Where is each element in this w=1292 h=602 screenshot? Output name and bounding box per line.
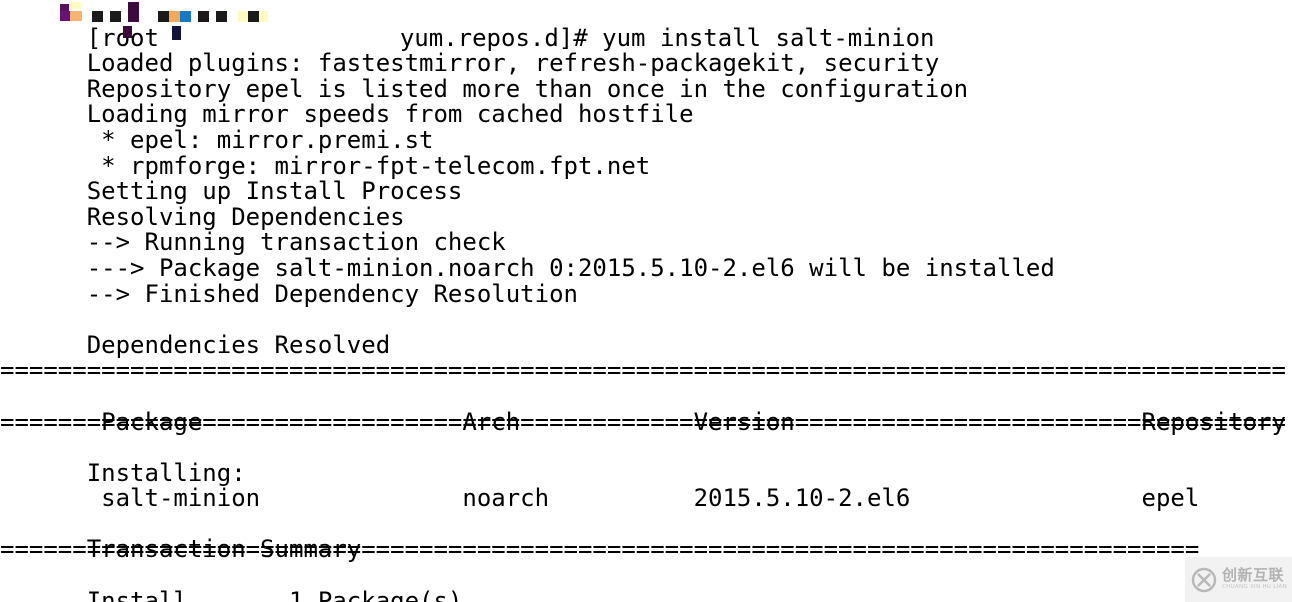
install-summary-text: Install 1 Package(s) bbox=[86, 586, 463, 602]
block-orange-1 bbox=[70, 11, 82, 21]
table-header-row: Package Arch Version Repository Size bbox=[0, 384, 1292, 435]
output-line-loading-mirror: Loading mirror speeds from cached hostfi… bbox=[0, 77, 1292, 128]
install-summary-row: Install 1 Package(s) bbox=[0, 563, 1292, 602]
block-blue-1 bbox=[180, 11, 191, 22]
block-black-6 bbox=[248, 11, 259, 22]
watermark-text: 创新互联 CHUANG XIN HU LIAN bbox=[1222, 568, 1287, 591]
terminal-window: [root yum.repos.d]# yum install salt-min… bbox=[0, 0, 1292, 602]
block-black-1 bbox=[92, 11, 103, 22]
output-line-dependencies-resolved: Dependencies Resolved bbox=[0, 307, 1292, 358]
output-line-finished-dependency: --> Finished Dependency Resolution bbox=[0, 256, 1292, 307]
output-line-setting-up: Setting up Install Process bbox=[0, 154, 1292, 204]
circled-x-icon bbox=[1191, 567, 1217, 593]
table-separator-middle: ========================================… bbox=[0, 409, 1286, 436]
output-line-repo-warning: Repository epel is listed more than once… bbox=[0, 51, 1292, 102]
output-line-mirror-epel: * epel: mirror.premi.st bbox=[0, 102, 1292, 153]
output-line-loaded-plugins: Loaded plugins: fastestmirror, refresh-p… bbox=[0, 26, 1292, 76]
artifact-navy-1 bbox=[172, 26, 181, 40]
output-line-transaction-check: --> Running transaction check bbox=[0, 205, 1292, 256]
output-line-package-install: ---> Package salt-minion.noarch 0:2015.5… bbox=[0, 230, 1292, 281]
table-section-label: Installing: bbox=[0, 435, 1292, 486]
terminal-output: [root yum.repos.d]# yum install salt-min… bbox=[0, 0, 1292, 602]
output-line-resolving: Resolving Dependencies bbox=[0, 179, 1292, 230]
block-cream-1 bbox=[69, 2, 81, 9]
block-orange-2 bbox=[169, 11, 180, 22]
block-black-4 bbox=[198, 11, 209, 22]
output-line-mirror-rpmforge: * rpmforge: mirror-fpt-telecom.fpt.net bbox=[0, 128, 1292, 179]
table-separator-top: ========================================… bbox=[0, 358, 1286, 384]
table-separator-bottom: ========================================… bbox=[0, 537, 1200, 564]
output-line-blank bbox=[0, 282, 1292, 308]
block-black-5 bbox=[216, 11, 227, 22]
transaction-summary-title: Transaction Summary bbox=[0, 512, 1292, 563]
output-line-blank bbox=[0, 486, 1292, 512]
block-cream-3 bbox=[259, 11, 268, 22]
block-purple-1 bbox=[60, 4, 69, 13]
block-purple-2 bbox=[60, 11, 70, 21]
watermark-chinese: 创新互联 bbox=[1222, 566, 1285, 585]
prompt-redaction-overlay bbox=[0, 0, 1292, 26]
watermark-pinyin: CHUANG XIN HU LIAN bbox=[1222, 584, 1288, 591]
block-purple-3 bbox=[128, 2, 139, 22]
block-black-3 bbox=[158, 11, 169, 22]
block-black-2 bbox=[110, 11, 121, 22]
table-row: salt-minion noarch 2015.5.10-2.el6 epel … bbox=[0, 461, 1292, 511]
output-line-blank bbox=[0, 333, 1292, 359]
artifact-purple-1 bbox=[123, 26, 132, 38]
block-cream-2 bbox=[238, 11, 248, 22]
watermark: 创新互联 CHUANG XIN HU LIAN bbox=[1185, 557, 1292, 602]
command-prompt-line: [root yum.repos.d]# yum install salt-min… bbox=[0, 0, 1292, 50]
